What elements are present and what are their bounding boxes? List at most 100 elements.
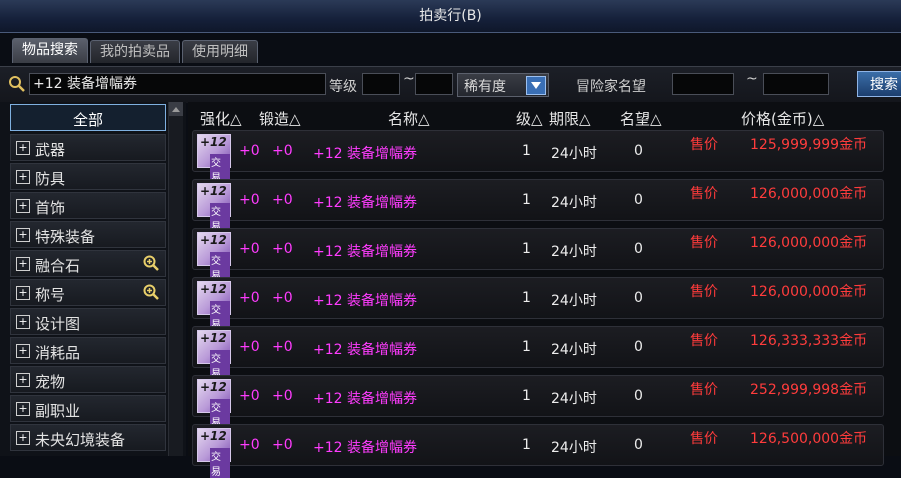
cell-sale-label: 售价 [690,333,718,349]
cell-price: 252,999,998金币 [750,382,868,398]
level-min-input[interactable] [362,73,400,95]
cell-price: 126,000,000金币 [750,235,868,251]
table-row[interactable]: +12交易 +0 +0 +12 装备增幅券 1 24小时 0 售价 125,999,999金币 [192,130,884,184]
cell-price: 126,500,000金币 [750,431,868,447]
sidebar-item-fusion-stone[interactable]: + 融合石 [10,250,166,277]
sidebar-item-weapon[interactable]: + 武器 [10,134,166,161]
cell-level: 1 [522,290,531,306]
cell-fame: 0 [634,290,643,306]
column-header-fame[interactable]: 名望△ [620,108,662,129]
search-input[interactable]: +12 装备增幅券 [29,73,326,95]
fame-max-input[interactable] [763,73,829,95]
zoom-in-icon[interactable] [143,284,159,300]
column-header-period[interactable]: 期限△ [549,108,591,129]
cell-name: +12 装备增幅券 [313,391,417,407]
sidebar-item-consumable[interactable]: + 消耗品 [10,337,166,364]
column-header-name[interactable]: 名称△ [388,108,430,129]
sidebar-item-blueprint[interactable]: + 设计图 [10,308,166,335]
cell-price: 126,000,000金币 [750,284,868,300]
cell-price: 126,000,000金币 [750,186,868,202]
expand-icon[interactable]: + [16,141,30,155]
sidebar-item-special-equipment[interactable]: + 特殊装备 [10,221,166,248]
item-icon[interactable]: +12交易 [197,232,231,282]
level-max-input[interactable] [415,73,453,95]
item-icon[interactable]: +12交易 [197,134,231,184]
table-row[interactable]: +12交易 +0 +0 +12 装备增幅券 1 24小时 0 售价 126,000,000金币 [192,179,884,233]
sidebar-item-title[interactable]: + 称号 [10,279,166,306]
cell-sale-label: 售价 [690,431,718,447]
table-row[interactable]: +12交易 +0 +0 +12 装备增幅券 1 24小时 0 售价 126,000,000金币 [192,228,884,282]
rarity-dropdown[interactable]: 稀有度 [457,73,549,97]
zoom-in-icon[interactable] [143,255,159,271]
chevron-down-icon[interactable] [526,76,546,95]
tab-item-search[interactable]: 物品搜索 [12,38,88,63]
sidebar-item-armor[interactable]: + 防具 [10,163,166,190]
cell-strengthen: +0 [239,143,260,159]
expand-icon[interactable]: + [16,228,30,242]
search-icon [9,76,25,92]
item-icon[interactable]: +12交易 [197,428,231,478]
expand-icon[interactable]: + [16,315,30,329]
sidebar-item-all[interactable]: 全部 [10,104,166,131]
rarity-label: 稀有度 [464,79,506,95]
cell-name: +12 装备增幅券 [313,440,417,456]
icon-plus-label: +12 [200,429,227,443]
expand-icon[interactable]: + [16,402,30,416]
cell-forge: +0 [272,437,293,453]
sidebar-item-label: 消耗品 [35,344,81,362]
cell-period: 24小时 [551,440,597,456]
table-row[interactable]: +12交易 +0 +0 +12 装备增幅券 1 24小时 0 售价 126,333,333金币 [192,326,884,380]
cell-strengthen: +0 [239,339,260,355]
sidebar-item-label: 首饰 [35,199,66,217]
tab-usage-details[interactable]: 使用明细 [182,40,258,63]
search-button[interactable]: 搜索 [857,71,901,97]
sidebar-item-pet[interactable]: + 宠物 [10,366,166,393]
column-header-forge[interactable]: 锻造△ [259,108,301,129]
cell-sale-label: 售价 [690,137,718,153]
expand-icon[interactable]: + [16,199,30,213]
cell-strengthen: +0 [239,437,260,453]
sidebar-item-label: 未央幻境装备 [35,431,126,449]
icon-plus-label: +12 [200,380,227,394]
expand-icon[interactable]: + [16,431,30,445]
table-row[interactable]: +12交易 +0 +0 +12 装备增幅券 1 24小时 0 售价 126,000,000金币 [192,277,884,331]
cell-forge: +0 [272,143,293,159]
cell-sale-label: 售价 [690,284,718,300]
sidebar-item-subprofession[interactable]: + 副职业 [10,395,166,422]
category-sidebar: 全部 + 武器 + 防具 + 首饰 + 特殊装备 + 融合石 + 称号 + 设计… [0,102,186,456]
scroll-up-icon[interactable] [169,102,183,116]
fame-min-input[interactable] [672,73,734,95]
expand-icon[interactable]: + [16,286,30,300]
cell-sale-label: 售价 [690,235,718,251]
column-header-level[interactable]: 级△ [516,108,543,129]
column-header-strengthen[interactable]: 强化△ [200,108,242,129]
window-title: 拍卖行(B) [0,0,901,33]
column-header-price[interactable]: 价格(金币)△ [741,108,824,129]
expand-icon[interactable]: + [16,344,30,358]
item-icon[interactable]: +12交易 [197,379,231,429]
cell-forge: +0 [272,388,293,404]
item-icon[interactable]: +12交易 [197,183,231,233]
expand-icon[interactable]: + [16,257,30,271]
table-row[interactable]: +12 交易 +0 +0 +12 装备增幅券 1 24小时 0 售价 126,500,000金币 [192,424,884,478]
table-row[interactable]: +12交易 +0 +0 +12 装备增幅券 1 24小时 0 售价 252,999,998金币 [192,375,884,429]
cell-level: 1 [522,192,531,208]
sidebar-scrollbar[interactable] [168,102,183,456]
cell-strengthen: +0 [239,241,260,257]
cell-strengthen: +0 [239,192,260,208]
item-icon[interactable]: +12交易 [197,330,231,380]
cell-fame: 0 [634,339,643,355]
sidebar-item-accessory[interactable]: + 首饰 [10,192,166,219]
icon-plus-label: +12 [200,233,227,247]
item-icon[interactable]: +12交易 [197,281,231,331]
expand-icon[interactable]: + [16,373,30,387]
tab-my-auctions[interactable]: 我的拍卖品 [90,40,180,63]
search-bar: +12 装备增幅券 等级 ~ 稀有度 冒险家名望 ~ 搜索 [0,66,901,103]
cell-fame: 0 [634,241,643,257]
fame-label: 冒险家名望 [576,79,646,95]
sidebar-item-label: 全部 [72,111,103,129]
cell-name: +12 装备增幅券 [313,342,417,358]
expand-icon[interactable]: + [16,170,30,184]
sidebar-item-weiyang-equipment[interactable]: + 未央幻境装备 [10,424,166,451]
cell-name: +12 装备增幅券 [313,146,417,162]
